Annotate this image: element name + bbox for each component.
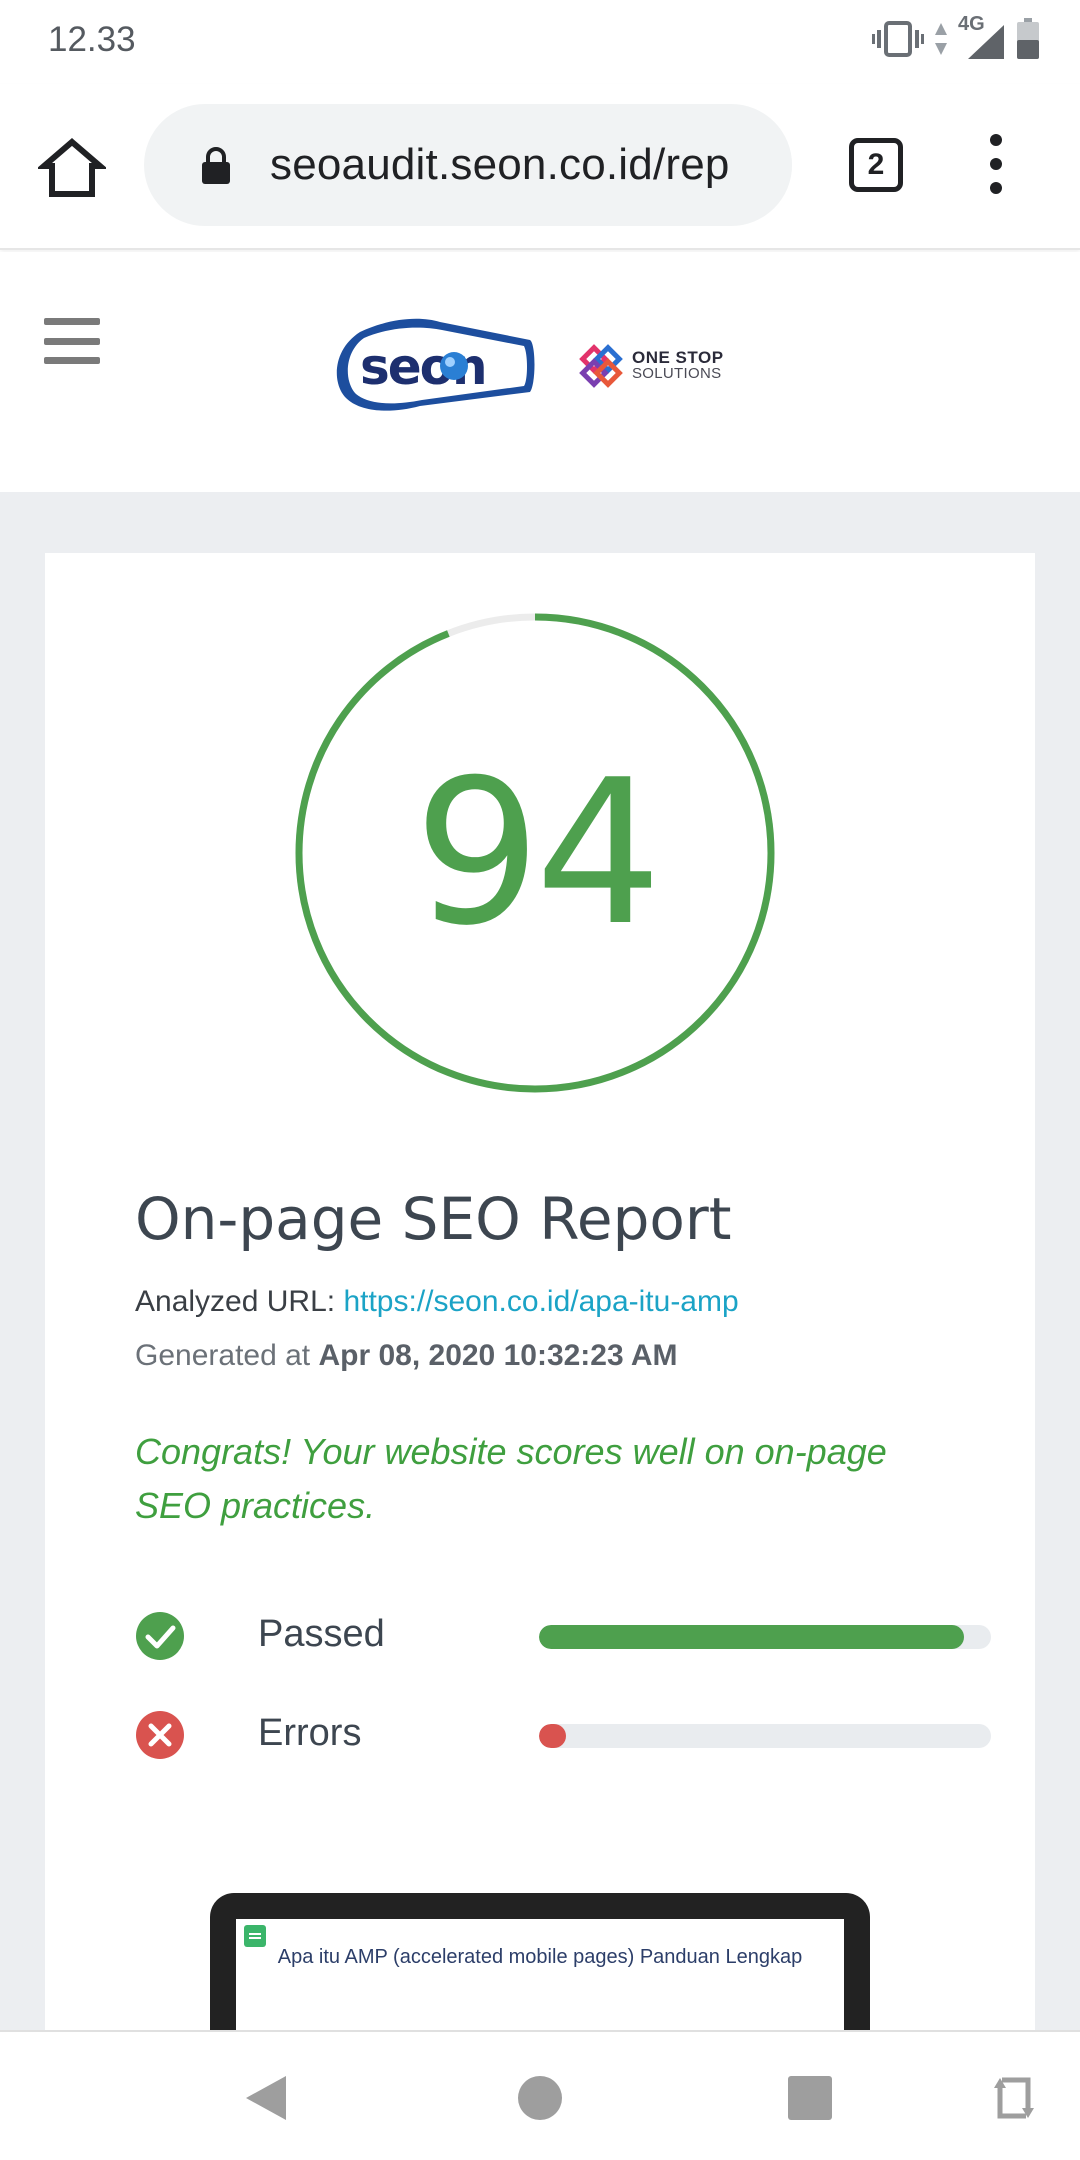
browser-toolbar: seoaudit.seon.co.id/rep 2 bbox=[0, 84, 1080, 250]
metric-label: Errors bbox=[258, 1712, 362, 1754]
partner-logo[interactable]: ONE STOP SOLUTIONS bbox=[578, 342, 738, 390]
preview-menu-icon bbox=[244, 1925, 266, 1947]
vibrate-icon bbox=[872, 21, 924, 57]
page-preview-screen: Apa itu AMP (accelerated mobile pages) P… bbox=[236, 1919, 844, 2030]
system-nav-bar bbox=[0, 2030, 1080, 2160]
hamburger-line bbox=[44, 318, 100, 325]
hamburger-menu-button[interactable] bbox=[44, 318, 100, 364]
hamburger-line bbox=[44, 337, 100, 345]
generated-date: Apr 08, 2020 10:32:23 AM bbox=[318, 1339, 678, 1372]
metric-bar-fill bbox=[539, 1625, 964, 1649]
tab-switcher-button[interactable]: 2 bbox=[849, 138, 903, 192]
partner-line2: SOLUTIONS bbox=[632, 365, 722, 382]
metric-label: Passed bbox=[258, 1613, 385, 1655]
menu-dot bbox=[990, 134, 1002, 146]
metric-bar-fill bbox=[539, 1724, 567, 1748]
analyzed-label: Analyzed URL: bbox=[135, 1285, 336, 1318]
metric-bar-track bbox=[539, 1625, 991, 1649]
generated-line: Generated at Apr 08, 2020 10:32:23 AM bbox=[135, 1339, 678, 1373]
signal-icon: 4G bbox=[958, 13, 1006, 61]
metric-bar-track bbox=[539, 1724, 991, 1748]
menu-dot bbox=[990, 182, 1002, 194]
analyzed-url-line: Analyzed URL: https://seon.co.id/apa-itu… bbox=[135, 1285, 739, 1319]
page-preview-frame: Apa itu AMP (accelerated mobile pages) P… bbox=[210, 1893, 870, 2030]
hamburger-line bbox=[44, 357, 100, 364]
data-arrows-icon bbox=[935, 23, 947, 55]
url-text: seoaudit.seon.co.id/rep bbox=[270, 140, 730, 189]
x-circle-icon bbox=[136, 1711, 184, 1759]
url-bar[interactable]: seoaudit.seon.co.id/rep bbox=[144, 104, 792, 226]
menu-dot bbox=[990, 158, 1002, 170]
site-header: seon ONE STOP SOLUTIONS bbox=[0, 252, 1080, 492]
generated-label: Generated at bbox=[135, 1339, 311, 1372]
url-fade bbox=[732, 104, 792, 226]
lock-icon bbox=[202, 147, 230, 184]
home-nav-button[interactable] bbox=[514, 2072, 566, 2124]
knot-icon bbox=[579, 344, 623, 388]
report-title: On-page SEO Report bbox=[135, 1185, 732, 1253]
analyzed-url-link[interactable]: https://seon.co.id/apa-itu-amp bbox=[343, 1285, 738, 1318]
report-card: 94 On-page SEO Report Analyzed URL: http… bbox=[45, 553, 1035, 2030]
metric-row-passed: Passed bbox=[135, 1607, 995, 1663]
preview-title: Apa itu AMP (accelerated mobile pages) P… bbox=[277, 1946, 803, 1968]
status-time: 12.33 bbox=[48, 20, 136, 59]
recents-button[interactable] bbox=[784, 2072, 836, 2124]
score-number: 94 bbox=[413, 736, 663, 970]
status-icons: 4G bbox=[872, 13, 1040, 64]
metric-row-errors: Errors bbox=[135, 1706, 995, 1762]
back-button[interactable] bbox=[240, 2072, 292, 2124]
battery-icon bbox=[1017, 18, 1039, 59]
congrats-message: Congrats! Your website scores well on on… bbox=[135, 1431, 887, 1526]
rotate-icon[interactable] bbox=[988, 2072, 1040, 2124]
partner-logo-text: ONE STOP SOLUTIONS bbox=[632, 348, 724, 382]
partner-line1: ONE STOP bbox=[632, 348, 724, 367]
home-icon bbox=[35, 138, 109, 197]
status-bar: 12.33 4G bbox=[0, 0, 1080, 84]
check-circle-icon bbox=[136, 1612, 184, 1660]
home-button[interactable] bbox=[35, 134, 109, 202]
more-menu-button[interactable] bbox=[978, 134, 1014, 194]
seon-logo[interactable]: seon bbox=[330, 314, 540, 420]
